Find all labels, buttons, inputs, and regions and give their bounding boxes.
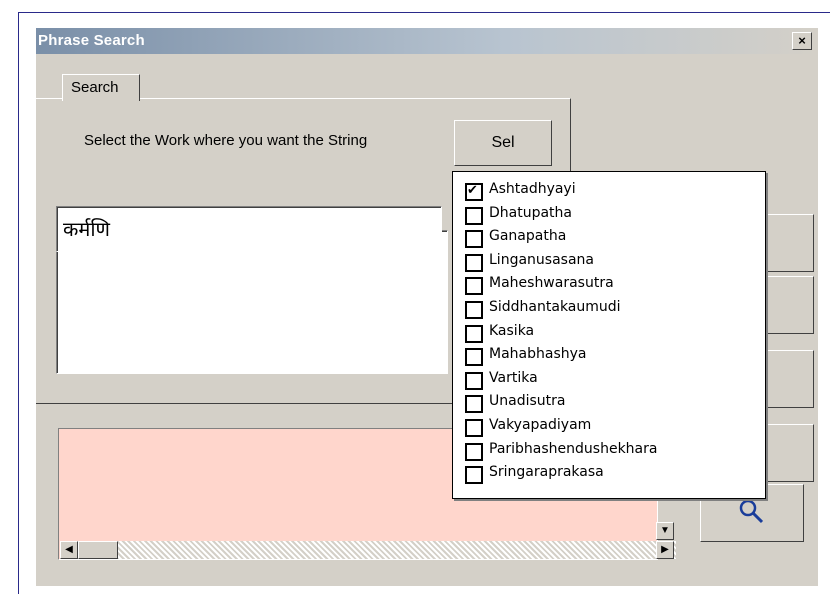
scrollbar-thumb[interactable] — [78, 541, 118, 559]
tab-search[interactable]: Search — [62, 74, 140, 101]
work-checkbox[interactable] — [465, 253, 483, 272]
close-button[interactable]: × — [792, 32, 812, 50]
horizontal-scrollbar[interactable] — [60, 541, 676, 559]
work-checkbox[interactable] — [465, 419, 483, 437]
work-option-label: Siddhantakaumudi — [489, 299, 621, 315]
chevron-down-icon: ▼ — [660, 525, 670, 536]
work-checkbox[interactable] — [465, 371, 483, 390]
select-work-prompt: Select the Work where you want the Strin… — [84, 132, 368, 149]
work-checkbox[interactable] — [465, 206, 483, 225]
phrase-search-dialog: Phrase Search × Search Select the Work w… — [36, 28, 818, 586]
search-string-input[interactable]: कर्मणि — [56, 206, 442, 252]
work-checkbox[interactable] — [465, 466, 483, 485]
work-checkbox[interactable] — [465, 442, 483, 461]
works-dropdown-list: Ashtadhyayi Dhatupatha Ganapatha Linganusas… — [452, 171, 766, 499]
magnifier-icon — [739, 499, 764, 524]
work-option-label: Unadisutra — [489, 393, 566, 410]
work-checkbox[interactable] — [465, 230, 483, 249]
work-checkbox[interactable] — [465, 324, 483, 343]
sel-button[interactable]: Sel — [454, 120, 552, 166]
search-string-value: कर्मणि — [63, 217, 110, 241]
work-checkbox[interactable] — [465, 277, 483, 296]
tab-search-label: Search — [71, 79, 119, 96]
scroll-right-button[interactable]: ▶ — [656, 541, 674, 559]
work-option-label: Paribhashendushekhara — [489, 440, 658, 457]
work-checkbox[interactable] — [465, 348, 483, 367]
title-bar: Phrase Search × — [36, 28, 818, 54]
work-option-label: Dhatupatha — [489, 204, 573, 221]
chevron-left-icon: ◀ — [65, 544, 73, 555]
close-icon[interactable]: × — [798, 33, 806, 48]
scroll-left-button[interactable]: ◀ — [60, 541, 78, 559]
work-option-label: Ganapatha — [489, 228, 567, 245]
window-title: Phrase Search — [38, 32, 145, 49]
work-option-label: Linganusasana — [489, 251, 594, 268]
work-option-label: Ashtadhyayi — [489, 181, 576, 197]
work-option-label: Sringaraprakasa — [489, 464, 604, 481]
work-option-label: Vakyapadiyam — [489, 417, 592, 433]
work-option-label: Kasika — [489, 322, 535, 339]
work-checkbox[interactable] — [465, 183, 483, 201]
work-option-label: Mahabhashya — [489, 346, 587, 363]
work-checkbox[interactable] — [465, 301, 483, 319]
work-option-label: Maheshwarasutra — [489, 275, 614, 292]
scroll-down-button[interactable]: ▼ — [656, 522, 674, 540]
work-checkbox[interactable] — [465, 395, 483, 414]
chevron-right-icon: ▶ — [661, 544, 669, 555]
work-option-label: Vartika — [489, 369, 538, 386]
